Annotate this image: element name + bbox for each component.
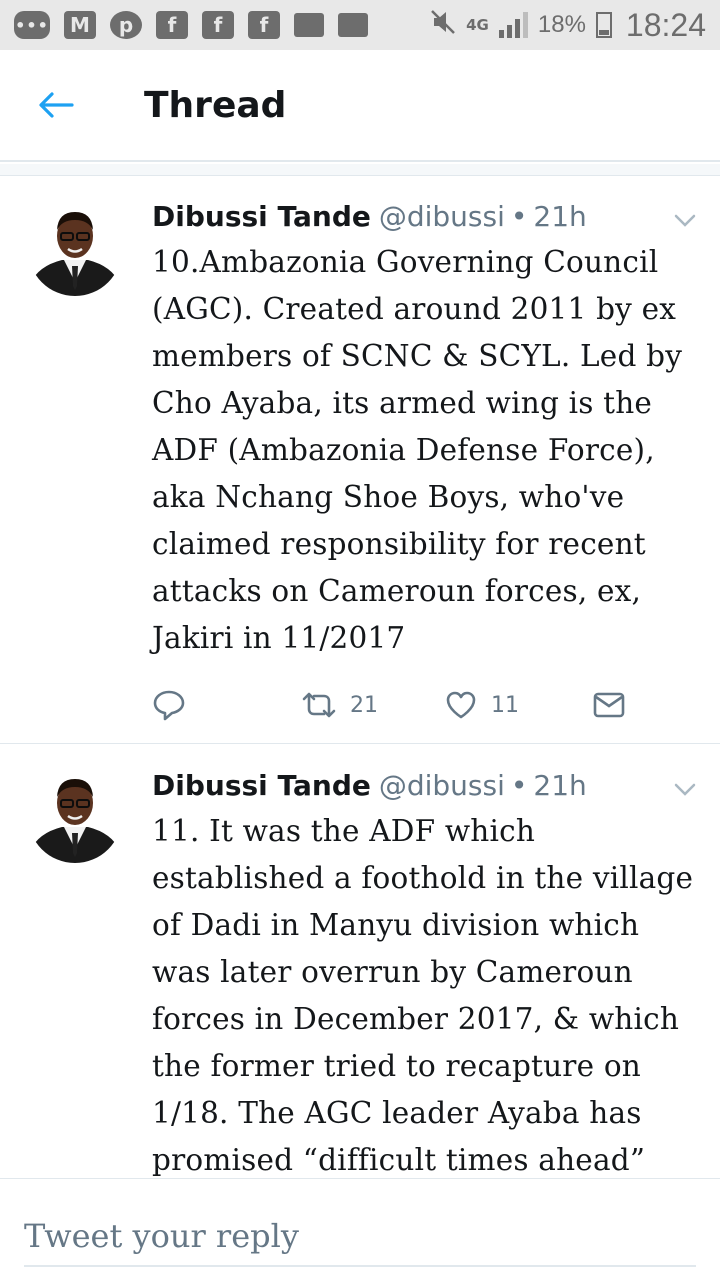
- tweet-10[interactable]: Dibussi Tande @dibussi • 21h 10.Ambazoni…: [0, 177, 720, 743]
- tweet-actions: 21 11: [152, 687, 632, 723]
- reply-bar: [0, 1178, 720, 1280]
- like-count: 11: [491, 692, 519, 718]
- more-icon: •••: [14, 11, 50, 39]
- back-arrow-icon: [39, 92, 74, 118]
- author-handle[interactable]: @dibussi: [379, 197, 505, 237]
- pinterest-icon: p: [110, 11, 142, 39]
- heart-icon: [446, 691, 476, 719]
- separator-dot: •: [510, 769, 528, 802]
- signal-icon: [498, 12, 528, 38]
- reply-icon: [153, 690, 185, 721]
- facebook-icon: f: [156, 11, 188, 39]
- battery-icon: [595, 12, 612, 38]
- thread-gap: [0, 164, 720, 176]
- reply-input[interactable]: [24, 1207, 696, 1267]
- facebook-icon: f: [248, 11, 280, 39]
- tweet-11[interactable]: Dibussi Tande @dibussi • 21h 11. It was …: [0, 744, 720, 1178]
- tweet-timestamp[interactable]: 21h: [533, 197, 586, 237]
- chevron-down-icon[interactable]: [672, 207, 698, 233]
- battery-percent: 18%: [537, 11, 586, 38]
- retweet-icon: [302, 692, 336, 718]
- tweet-text: 11. It was the ADF which established a f…: [152, 814, 694, 1177]
- facebook-icon: f: [202, 11, 234, 39]
- back-button[interactable]: [26, 75, 86, 135]
- mute-icon: [430, 9, 456, 41]
- separator-dot: •: [510, 200, 528, 233]
- reply-button[interactable]: [152, 689, 300, 721]
- notification-icons: ••• M p f f f: [14, 11, 368, 39]
- tweet-content: Dibussi Tande @dibussi • 21h 11. It was …: [152, 766, 696, 1178]
- tweet-header: Dibussi Tande @dibussi • 21h: [152, 766, 696, 806]
- like-button[interactable]: 11: [445, 690, 593, 720]
- chat-icon: [294, 13, 324, 37]
- tweet-text: 10.Ambazonia Governing Council (AGC). Cr…: [152, 245, 683, 655]
- network-label: 4G: [466, 16, 489, 34]
- clock: 18:24: [625, 6, 706, 43]
- avatar[interactable]: [28, 769, 122, 863]
- tweet-header: Dibussi Tande @dibussi • 21h: [152, 197, 696, 237]
- gmail-icon: M: [64, 11, 96, 39]
- retweet-button[interactable]: 21: [300, 691, 445, 719]
- tweet-timestamp[interactable]: 21h: [533, 766, 586, 806]
- direct-message-button[interactable]: [593, 692, 625, 718]
- tweet-content: Dibussi Tande @dibussi • 21h 10.Ambazoni…: [152, 197, 696, 662]
- envelope-icon: [593, 692, 625, 718]
- app-header: Thread: [0, 50, 720, 162]
- author-name[interactable]: Dibussi Tande: [152, 766, 371, 806]
- page-title: Thread: [144, 84, 287, 126]
- avatar[interactable]: [28, 202, 122, 296]
- chat-icon: [338, 13, 368, 37]
- chevron-down-icon[interactable]: [672, 776, 698, 802]
- author-handle[interactable]: @dibussi: [379, 766, 505, 806]
- status-bar: ••• M p f f f 4G 18% 18:24: [0, 0, 720, 50]
- author-name[interactable]: Dibussi Tande: [152, 197, 371, 237]
- retweet-count: 21: [350, 692, 378, 718]
